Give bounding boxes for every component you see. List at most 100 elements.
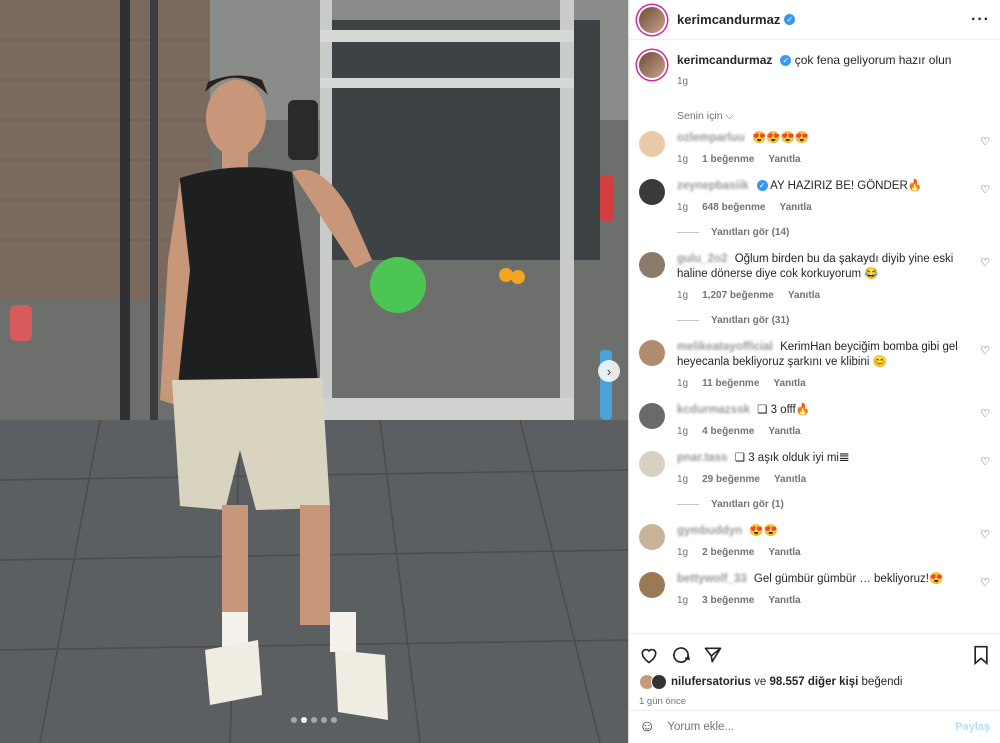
comment-time: 1g xyxy=(677,595,689,606)
comment-username[interactable]: gulu_2o2 xyxy=(677,253,727,265)
carousel-dot xyxy=(291,717,297,723)
liker-username[interactable]: nilufersatorius xyxy=(671,676,751,688)
carousel-dot xyxy=(321,717,327,723)
comments-list[interactable]: kerimcandurmaz ✓ çok fena geliyorum hazır… xyxy=(629,40,1000,633)
comment-username[interactable]: gymbuddyn xyxy=(677,525,742,537)
comment-text: 😍😍😍😍 xyxy=(751,132,810,144)
reply-button[interactable]: Yanıtla xyxy=(780,202,812,213)
comment-username[interactable]: bettywolf_33 xyxy=(677,573,747,585)
comment-username[interactable]: pnar.tass xyxy=(677,452,728,464)
post-header: kerimcandurmaz ✓ ··· xyxy=(629,0,1000,40)
reply-button[interactable]: Yanıtla xyxy=(774,474,806,485)
avatar[interactable] xyxy=(639,131,665,157)
post-author-username[interactable]: kerimcandurmaz xyxy=(677,12,780,27)
comment-username[interactable]: zeynepbasiik xyxy=(677,180,749,192)
view-replies-button[interactable]: Yanıtları gör (1) xyxy=(677,499,990,510)
view-replies-button[interactable]: Yanıtları gör (31) xyxy=(677,315,990,326)
comment-likes[interactable]: 11 beğenme xyxy=(702,378,759,389)
comment-likes[interactable]: 29 beğenme xyxy=(702,474,760,485)
comment-time: 1g xyxy=(677,154,689,165)
reply-button[interactable]: Yanıtla xyxy=(768,426,800,437)
like-comment-heart-icon[interactable]: ♡ xyxy=(980,135,990,148)
reply-button[interactable]: Yanıtla xyxy=(768,595,800,606)
comment-filter-dropdown[interactable]: Senin için ⌵ xyxy=(677,110,990,123)
view-replies-button[interactable]: Yanıtları gör (14) xyxy=(677,227,990,238)
comment-item: ozlemparluu 😍😍😍😍 1g 1 beğenme Yanıtla ♡ xyxy=(639,131,990,167)
like-comment-heart-icon[interactable]: ♡ xyxy=(980,256,990,269)
caption-time: 1g xyxy=(677,76,689,87)
comment-username[interactable]: melikeatayofficial xyxy=(677,341,773,353)
avatar[interactable] xyxy=(639,572,665,598)
avatar[interactable] xyxy=(639,6,665,33)
like-comment-heart-icon[interactable]: ♡ xyxy=(980,407,990,420)
like-comment-heart-icon[interactable]: ♡ xyxy=(980,183,990,196)
reply-button[interactable]: Yanıtla xyxy=(768,154,800,165)
comment-text: ❏ 3 offf🔥 xyxy=(757,404,811,416)
likes-suffix: beğendi xyxy=(861,676,903,688)
comment-text: Gel gümbür gümbür … bekliyoruz!😍 xyxy=(753,573,944,585)
caption-text: çok fena geliyorum hazır olun xyxy=(794,53,952,67)
likes-count[interactable]: 98.557 diğer kişi xyxy=(769,676,858,688)
comment-time: 1g xyxy=(677,290,689,301)
comment-username[interactable]: kcdurmazssk xyxy=(677,404,750,416)
comment-icon[interactable] xyxy=(671,645,691,665)
comment-item: bettywolf_33 Gel gümbür gümbür … bekliyo… xyxy=(639,572,990,608)
comment-items: ozlemparluu 😍😍😍😍 1g 1 beğenme Yanıtla ♡ zeyne… xyxy=(639,131,990,608)
post-photo[interactable]: › xyxy=(0,0,628,743)
comment-likes[interactable]: 1,207 beğenme xyxy=(702,290,774,301)
caption-username[interactable]: kerimcandurmaz xyxy=(677,53,772,67)
reply-button[interactable]: Yanıtla xyxy=(768,547,800,558)
next-photo-button[interactable]: › xyxy=(598,360,620,382)
like-comment-heart-icon[interactable]: ♡ xyxy=(980,455,990,468)
comment-likes[interactable]: 648 beğenme xyxy=(702,202,765,213)
comment-time: 1g xyxy=(677,547,689,558)
post-comment-button[interactable]: Paylaş xyxy=(955,721,990,733)
verified-badge-icon: ✓ xyxy=(780,55,792,67)
post-caption: kerimcandurmaz ✓ çok fena geliyorum hazır… xyxy=(639,40,990,90)
view-replies-label: Yanıtları gör (1) xyxy=(711,499,784,510)
reply-button[interactable]: Yanıtla xyxy=(773,378,805,389)
comment-filter-label: Senin için xyxy=(677,110,723,122)
share-icon[interactable] xyxy=(703,645,723,665)
reply-button[interactable]: Yanıtla xyxy=(788,290,820,301)
comment-text: 😍😍 xyxy=(749,525,779,537)
avatar[interactable] xyxy=(639,524,665,550)
comment-username[interactable]: ozlemparluu xyxy=(677,132,745,144)
comment-item: zeynepbasiik ✓ AY HAZIRIZ BE! GÖNDER🔥 1g 64… xyxy=(639,179,990,215)
comment-text: AY HAZIRIZ BE! GÖNDER🔥 xyxy=(770,180,923,192)
avatar[interactable] xyxy=(639,340,665,366)
more-options-icon[interactable]: ··· xyxy=(971,11,990,29)
comment-likes[interactable]: 4 beğenme xyxy=(702,426,754,437)
carousel-dot xyxy=(331,717,337,723)
like-comment-heart-icon[interactable]: ♡ xyxy=(980,576,990,589)
like-comment-heart-icon[interactable]: ♡ xyxy=(980,344,990,357)
carousel-dot xyxy=(311,717,317,723)
post-viewer: › kerimcandurmaz ✓ ··· kerimcandurmaz ✓ ç… xyxy=(0,0,1000,743)
like-comment-heart-icon[interactable]: ♡ xyxy=(980,528,990,541)
chevron-right-icon: › xyxy=(606,363,612,379)
view-replies-label: Yanıtları gör (14) xyxy=(711,227,790,238)
comment-likes[interactable]: 1 beğenme xyxy=(702,154,754,165)
avatar[interactable] xyxy=(639,252,665,278)
comment-likes[interactable]: 2 beğenme xyxy=(702,547,754,558)
comment-item: melikeatayofficial KerimHan beyciğim bom… xyxy=(639,340,990,391)
verified-badge-icon: ✓ xyxy=(784,14,796,25)
comment-item: pnar.tass ❏ 3 aşık olduk iyi mi𝌆 1g 29 beğ… xyxy=(639,451,990,487)
avatar[interactable] xyxy=(639,52,665,78)
add-comment-bar: ☺ Paylaş xyxy=(629,710,1000,743)
heart-icon[interactable] xyxy=(639,645,659,665)
emoji-icon[interactable]: ☺ xyxy=(639,718,655,736)
replies-divider xyxy=(677,232,699,233)
likes-summary: nilufersatorius ve 98.557 diğer kişi beğ… xyxy=(639,674,990,690)
comment-text: ❏ 3 aşık olduk iyi mi𝌆 xyxy=(734,452,850,464)
gym-selfie-image xyxy=(0,0,628,743)
comment-time: 1g xyxy=(677,426,689,437)
comment-time: 1g xyxy=(677,474,689,485)
avatar[interactable] xyxy=(639,451,665,477)
comment-likes[interactable]: 3 beğenme xyxy=(702,595,754,606)
comment-input[interactable] xyxy=(665,720,956,734)
avatar[interactable] xyxy=(639,179,665,205)
avatar[interactable] xyxy=(639,403,665,429)
bookmark-icon[interactable] xyxy=(972,645,990,665)
comment-time: 1g xyxy=(677,202,689,213)
